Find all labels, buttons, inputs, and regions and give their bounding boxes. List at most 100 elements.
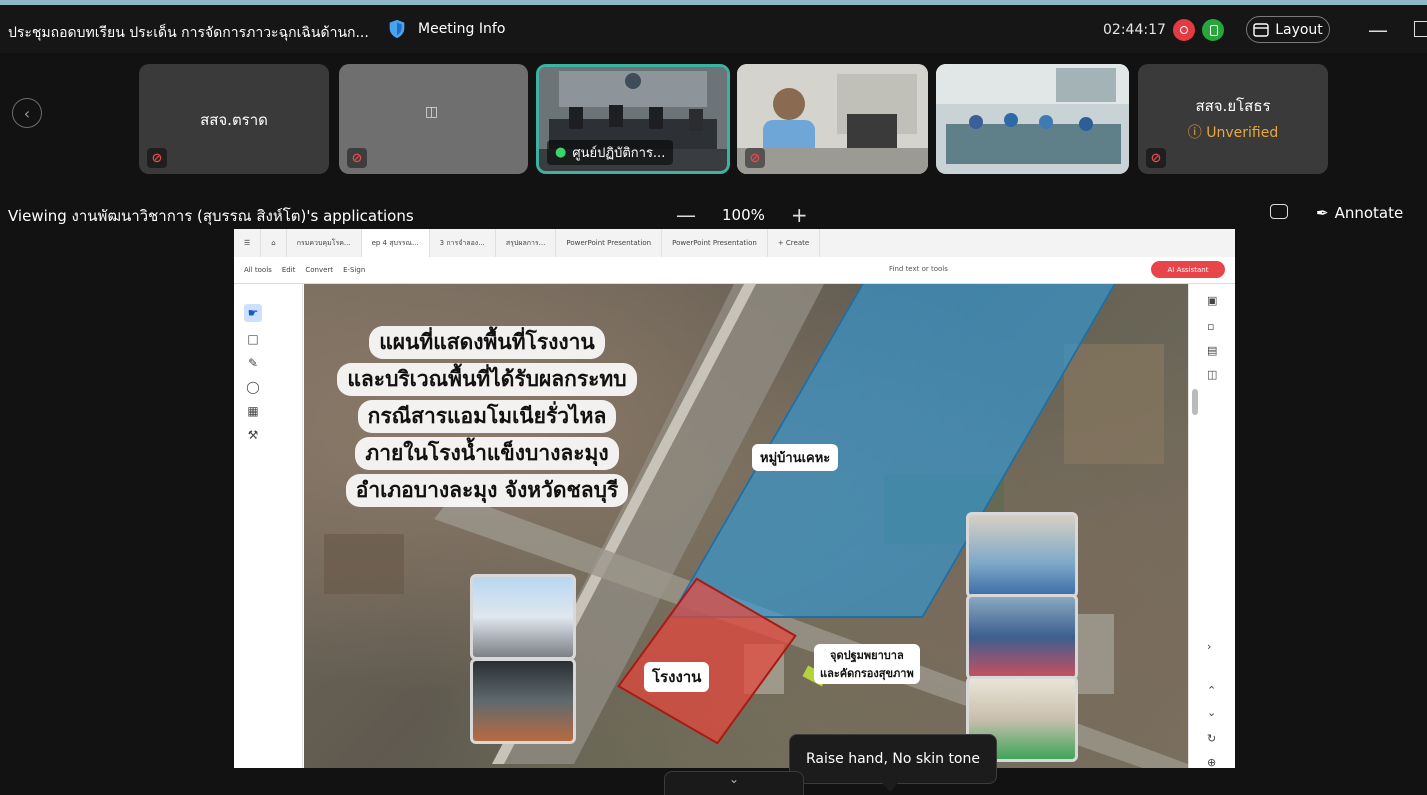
slide-title: แผนที่แสดงพื้นที่โรงงาน และบริเวณพื้นที่…	[328, 324, 646, 509]
annotate-icon: ✒	[1316, 204, 1329, 222]
browser-tab[interactable]: PowerPoint Presentation	[662, 229, 768, 257]
map-slide: แผนที่แสดงพื้นที่โรงงาน และบริเวณพื้นที่…	[304, 284, 1188, 768]
toolbar-edit[interactable]: Edit	[282, 266, 296, 274]
slide-title-line: และบริเวณพื้นที่ได้รับผลกระทบ	[337, 363, 637, 396]
participant-tile[interactable]	[936, 64, 1129, 174]
zoom-in-icon[interactable]: ⊕	[1207, 756, 1216, 768]
find-tools-input[interactable]: Find text or tools	[889, 265, 948, 273]
camera-off-icon: ◫	[425, 104, 439, 120]
zoom-controls: — 100% +	[676, 203, 808, 227]
layout-icon	[1253, 22, 1269, 37]
ai-assistant-button[interactable]: AI Assistant	[1151, 261, 1225, 278]
slide-title-line: กรณีสารแอมโมเนียรั่วไหล	[357, 400, 617, 433]
meeting-title: ประชุมถอดบทเรียน ประเด็น การจัดการภาวะฉุ…	[8, 25, 369, 41]
factory-label: โรงงาน	[644, 662, 710, 692]
create-tab-button[interactable]: + Create	[768, 229, 821, 257]
browser-tab[interactable]: PowerPoint Presentation	[556, 229, 663, 257]
office-video	[737, 64, 928, 174]
browser-tab-active[interactable]: ep 4 สุบรรณ...	[361, 229, 430, 257]
browser-tab[interactable]: กรมควบคุมโรค...	[287, 229, 362, 257]
toolbar-all-tools[interactable]: All tools	[244, 266, 272, 274]
maximize-icon[interactable]	[1414, 21, 1427, 37]
previous-participants-button[interactable]: ‹	[12, 98, 42, 128]
participant-tile[interactable]: ⊘	[737, 64, 928, 174]
unverified-label: Unverified	[1206, 125, 1279, 141]
scroll-down-icon[interactable]: ⌄	[1207, 706, 1216, 719]
browser-tab-bar: ☰ ⌂ กรมควบคุมโรค... ep 4 สุบรรณ... 3 การ…	[234, 229, 1235, 257]
comment-tool-icon[interactable]: □	[244, 330, 262, 348]
chat-bubble-icon[interactable]	[1270, 204, 1288, 219]
village-label: หมู่บ้านเคหะ	[752, 444, 839, 471]
attachments-icon[interactable]: ◫	[1207, 368, 1217, 381]
first-aid-label-line1: จุดปฐมพยาบาล	[830, 649, 904, 662]
select-tool-icon[interactable]: ☛	[244, 304, 262, 322]
text-tool-icon[interactable]: ▦	[244, 402, 262, 420]
recording-icon[interactable]	[1173, 19, 1195, 41]
pdf-toolbar: All tools Edit Convert E-Sign Find text …	[234, 257, 1235, 284]
participant-video	[737, 64, 928, 174]
expand-panel-icon[interactable]: ›	[1207, 640, 1211, 653]
annotate-label: Annotate	[1334, 204, 1404, 222]
zoom-out-button[interactable]: —	[676, 203, 696, 227]
meeting-info-button[interactable]: Meeting Info	[386, 18, 505, 40]
layout-button[interactable]: Layout	[1246, 16, 1330, 43]
chevron-down-icon: ⌄	[728, 772, 740, 786]
first-aid-label: จุดปฐมพยาบาล และคัดกรองสุขภาพ	[814, 644, 920, 684]
left-tool-rail: ☛ □ ✎ ◯ ▦ ⚒	[234, 284, 303, 768]
mic-active-icon: ●	[555, 145, 567, 160]
home-icon[interactable]: ⌂	[261, 229, 287, 257]
layout-label: Layout	[1275, 21, 1323, 38]
refresh-icon[interactable]: ↻	[1207, 732, 1216, 745]
bookmark-icon[interactable]: ▤	[1207, 344, 1217, 357]
shared-screen: ☰ ⌂ กรมควบคุมโรค... ep 4 สุบรรณ... 3 การ…	[234, 229, 1235, 768]
participant-tile[interactable]: ◫ ⊘	[339, 64, 528, 174]
minimize-icon[interactable]: —	[1368, 18, 1388, 42]
inset-photo-fire-crew	[470, 658, 576, 744]
first-aid-label-line2: และคัดกรองสุขภาพ	[820, 667, 914, 680]
right-tool-rail: ▣ ▫ ▤ ◫ › ⌃ ⌄ ↻ ⊕	[1188, 284, 1235, 768]
participant-tile[interactable]: สสจ.ยโสธร ⓘ Unverified ⊘	[1138, 64, 1328, 174]
inset-photo-medical-2	[966, 594, 1078, 680]
pen-tool-icon[interactable]: ✎	[244, 354, 262, 372]
participant-name: สสจ.ตราด	[200, 111, 268, 129]
browser-tab[interactable]: สรุปผลการ...	[496, 229, 557, 257]
toolbar-esign[interactable]: E-Sign	[343, 266, 365, 274]
browser-tab[interactable]: 3 การจำลอง...	[430, 229, 496, 257]
conference-room-video	[936, 64, 1129, 174]
meeting-info-label: Meeting Info	[418, 21, 506, 37]
slide-title-line: อำเภอบางละมุง จังหวัดชลบุรี	[345, 474, 629, 507]
inset-photo-medical-1	[966, 512, 1078, 598]
stamp-tool-icon[interactable]: ⚒	[244, 426, 262, 444]
participant-tile-active-speaker[interactable]: ● ศูนย์ปฏิบัติการ...	[536, 64, 730, 174]
screen-share-owner: Viewing งานพัฒนาวิชาการ (สุบรรณ สิงห์โต)…	[8, 207, 414, 225]
shield-icon	[389, 19, 405, 39]
zoom-in-button[interactable]: +	[791, 203, 808, 227]
mic-muted-icon: ⊘	[147, 148, 167, 168]
vertical-scrollbar[interactable]	[1192, 389, 1198, 415]
annotate-button[interactable]: ✒ Annotate	[1316, 204, 1403, 222]
inset-photo-street	[470, 574, 576, 660]
slide-title-line: ภายในโรงน้ำแข็งบางละมุง	[355, 437, 619, 470]
toolbar-convert[interactable]: Convert	[305, 266, 333, 274]
participant-tile[interactable]: สสจ.ตราด ⊘	[139, 64, 329, 174]
slide-title-line: แผนที่แสดงพื้นที่โรงงาน	[369, 326, 605, 359]
audio-status-icon[interactable]	[1202, 19, 1224, 41]
shape-tool-icon[interactable]: ◯	[244, 378, 262, 396]
participant-name: ศูนย์ปฏิบัติการ...	[572, 146, 666, 161]
zoom-level: 100%	[722, 206, 765, 224]
raise-hand-tooltip: Raise hand, No skin tone	[789, 734, 997, 792]
show-toolbar-handle[interactable]: ⌄	[664, 771, 804, 795]
scroll-up-icon[interactable]: ⌃	[1207, 684, 1216, 697]
mic-muted-icon: ⊘	[1146, 148, 1166, 168]
warning-icon: ⓘ	[1187, 125, 1207, 141]
mic-muted-icon: ⊘	[347, 148, 367, 168]
participant-name-label: ● ศูนย์ปฏิบัติการ...	[547, 140, 674, 165]
participant-video	[936, 64, 1129, 174]
page-thumbnails-icon[interactable]: ▣	[1207, 294, 1217, 307]
unverified-status: ⓘ Unverified	[1138, 122, 1328, 142]
meeting-timer: 02:44:17	[1103, 22, 1166, 38]
mic-muted-icon: ⊘	[745, 148, 765, 168]
comments-icon[interactable]: ▫	[1207, 320, 1214, 333]
participant-name: สสจ.ยโสธร	[1195, 97, 1271, 115]
menu-icon[interactable]: ☰	[234, 229, 262, 257]
